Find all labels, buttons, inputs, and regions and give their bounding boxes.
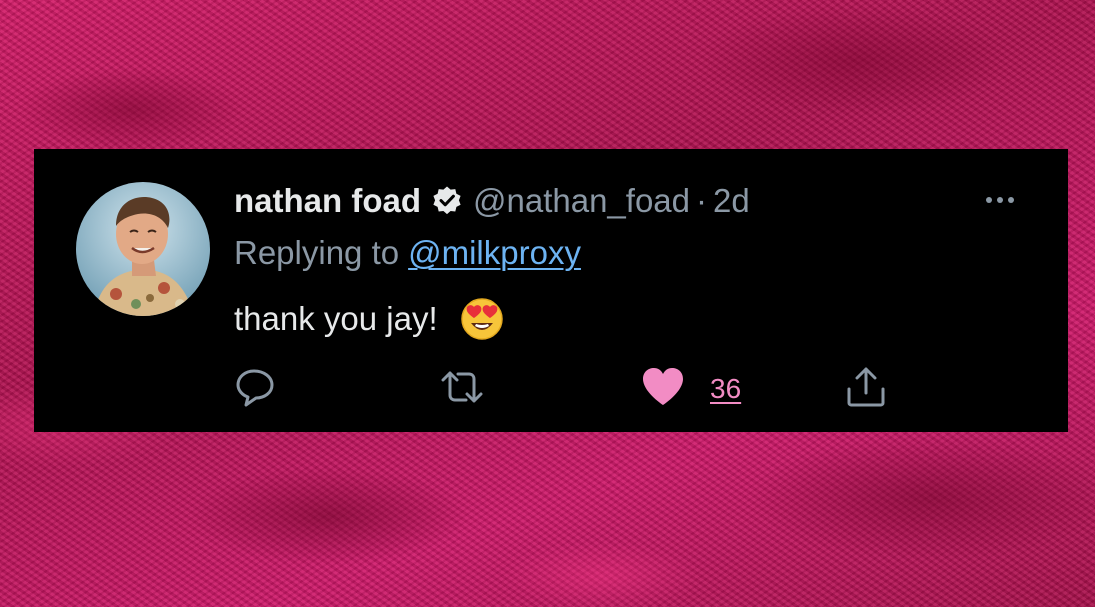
reply-button[interactable] xyxy=(234,367,278,411)
separator-dot: · xyxy=(696,182,708,219)
retweet-icon xyxy=(438,365,486,414)
tweet-card: nathan foad @nathan_foad · 2d Replying t… xyxy=(34,149,1068,432)
author-handle[interactable]: @nathan_foad xyxy=(473,182,690,220)
more-options-icon[interactable] xyxy=(980,187,1020,213)
tweet-header: nathan foad @nathan_foad · 2d xyxy=(234,177,750,225)
retweet-button[interactable] xyxy=(438,367,486,411)
like-button[interactable]: 36 xyxy=(640,367,741,411)
tweet-text-content: thank you jay! xyxy=(234,300,438,337)
replying-to-label: Replying to xyxy=(234,234,400,271)
avatar[interactable] xyxy=(76,182,210,316)
heart-eyes-emoji-icon xyxy=(460,297,504,341)
heart-icon xyxy=(640,365,686,414)
verified-badge-icon xyxy=(431,185,463,217)
timestamp[interactable]: 2d xyxy=(713,182,750,220)
avatar-photo xyxy=(76,182,210,316)
like-count[interactable]: 36 xyxy=(710,373,741,405)
replying-to: Replying to @milkproxy xyxy=(234,231,581,275)
author-name[interactable]: nathan foad xyxy=(234,182,421,220)
share-icon xyxy=(844,365,888,414)
reply-icon xyxy=(234,365,278,414)
share-button[interactable] xyxy=(844,367,888,411)
replying-to-handle-link[interactable]: @milkproxy xyxy=(408,234,581,272)
tweet-text: thank you jay! xyxy=(234,297,504,341)
